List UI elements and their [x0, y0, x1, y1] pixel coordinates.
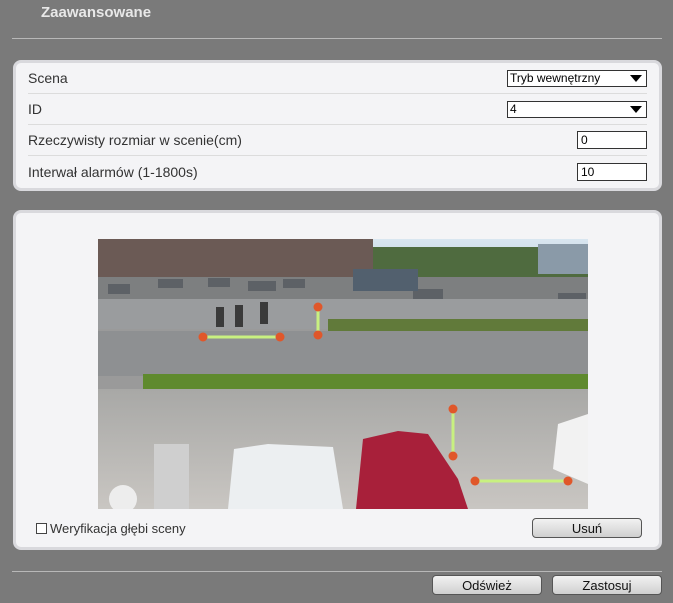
scene-label: Scena [28, 70, 68, 86]
id-label: ID [28, 101, 42, 117]
size-label: Rzeczywisty rozmiar w scenie(cm) [28, 132, 242, 148]
size-input[interactable] [577, 131, 647, 149]
id-select[interactable]: 4 [507, 100, 647, 118]
preview-panel: Weryfikacja głębi sceny Usuń [13, 210, 662, 550]
refresh-button[interactable]: Odśwież [432, 575, 542, 595]
page-title: Zaawansowane [41, 4, 152, 21]
depth-verification-label: Weryfikacja głębi sceny [50, 521, 186, 536]
chevron-down-icon [630, 105, 642, 113]
header-divider [12, 38, 662, 39]
delete-button[interactable]: Usuń [532, 518, 642, 538]
interval-label: Interwał alarmów (1-1800s) [28, 163, 198, 180]
depth-verification-checkbox[interactable] [36, 523, 47, 534]
footer-divider [12, 571, 662, 572]
camera-preview[interactable] [98, 239, 588, 509]
id-row: ID 4 [28, 94, 647, 125]
scene-select-value: Tryb wewnętrzny [510, 71, 601, 85]
scene-row: Scena Tryb wewnętrzny [28, 63, 647, 94]
depth-verification-row: Weryfikacja głębi sceny [36, 521, 186, 536]
apply-button[interactable]: Zastosuj [552, 575, 662, 595]
interval-row: Interwał alarmów (1-1800s) [28, 156, 647, 187]
camera-scene-image [98, 239, 588, 509]
id-select-value: 4 [510, 102, 517, 116]
size-row: Rzeczywisty rozmiar w scenie(cm) [28, 125, 647, 156]
scene-select[interactable]: Tryb wewnętrzny [507, 69, 647, 87]
interval-input[interactable] [577, 162, 647, 181]
chevron-down-icon [630, 74, 642, 82]
settings-panel: Scena Tryb wewnętrzny ID 4 Rzeczywisty r… [13, 60, 662, 191]
